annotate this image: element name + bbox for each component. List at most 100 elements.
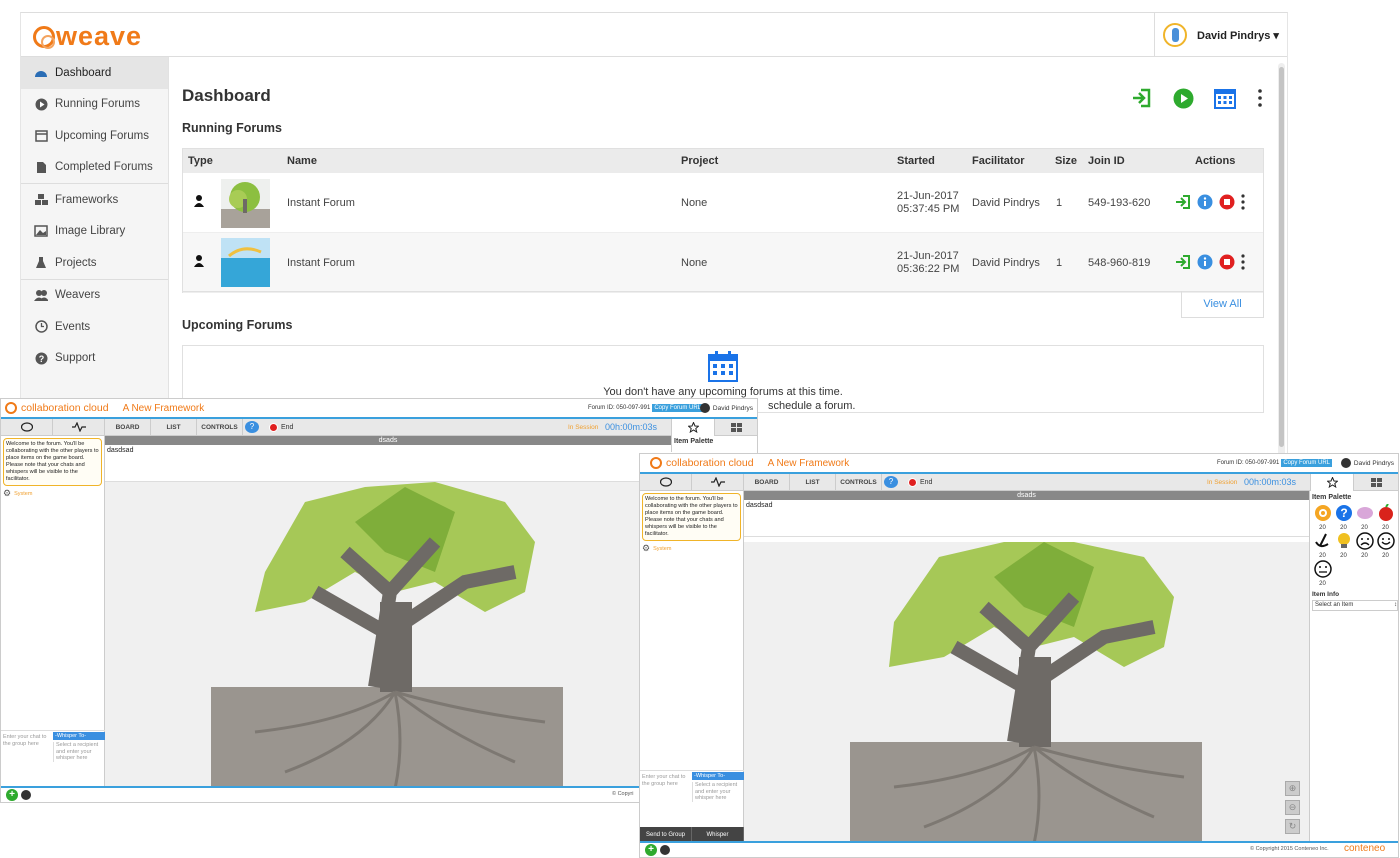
forum-user[interactable]: David Pindrys	[699, 403, 753, 413]
scrollbar[interactable]	[1278, 63, 1285, 458]
palette-item-happy[interactable]: 20	[1375, 532, 1396, 559]
col-project[interactable]: Project	[681, 155, 718, 167]
participant-avatar[interactable]	[660, 845, 670, 855]
join-forum-button[interactable]	[1130, 87, 1152, 109]
chat-input[interactable]: Enter your chat to the group here	[642, 774, 690, 787]
board-notes[interactable]: dasdsad	[105, 445, 671, 482]
sidebar-item-projects[interactable]: Projects	[21, 247, 168, 279]
tab-board[interactable]: BOARD	[105, 418, 151, 436]
user-menu[interactable]: David Pindrys ▾	[1154, 13, 1287, 57]
palette-item-anchor[interactable]: 20	[1312, 532, 1333, 559]
tab-controls[interactable]: CONTROLS	[836, 473, 882, 491]
forum-name[interactable]: Instant Forum	[287, 257, 355, 269]
palette-item-question[interactable]: ? 20	[1333, 504, 1354, 531]
col-type[interactable]: Type	[188, 155, 213, 167]
game-board[interactable]	[105, 482, 670, 790]
table-row[interactable]: Instant Forum None 21-Jun-2017 05:37:45 …	[183, 173, 1263, 233]
stop-icon[interactable]	[1219, 254, 1235, 270]
join-icon[interactable]	[1175, 194, 1191, 210]
sidebar-item-label: Dashboard	[55, 66, 112, 79]
help-icon[interactable]: ?	[884, 476, 898, 488]
whisper-button[interactable]: Whisper	[692, 827, 744, 842]
col-name[interactable]: Name	[287, 155, 317, 167]
sidebar-item-image-library[interactable]: Image Library	[21, 216, 168, 248]
chat-tab[interactable]	[640, 473, 692, 491]
col-facilitator[interactable]: Facilitator	[972, 155, 1025, 167]
forum-user[interactable]: David Pindrys	[1340, 458, 1394, 468]
scrollbar-thumb[interactable]	[1279, 67, 1284, 447]
start-forum-button[interactable]	[1172, 87, 1194, 109]
reset-icon[interactable]: ↻	[1285, 819, 1300, 834]
sidebar-item-upcoming-forums[interactable]: Upcoming Forums	[21, 120, 168, 152]
more-options-icon[interactable]	[1241, 254, 1245, 270]
col-actions: Actions	[1195, 155, 1236, 167]
activity-tab[interactable]	[53, 418, 105, 436]
view-all-button[interactable]: View All	[1181, 291, 1264, 318]
help-icon[interactable]: ?	[245, 421, 259, 433]
forum-name[interactable]: Instant Forum	[287, 197, 355, 209]
palette-item-target[interactable]: 20	[1312, 504, 1333, 531]
end-button[interactable]: End	[269, 422, 293, 432]
info-icon[interactable]	[1197, 194, 1213, 210]
sidebar-item-frameworks[interactable]: Frameworks	[21, 184, 168, 216]
col-size[interactable]: Size	[1055, 155, 1077, 167]
sidebar-item-support[interactable]: ? Support	[21, 343, 168, 375]
sidebar-item-dashboard[interactable]: Dashboard	[21, 57, 168, 89]
schedule-forum-button[interactable]	[1214, 87, 1236, 109]
col-started[interactable]: Started	[897, 155, 935, 167]
sidebar-item-label: Projects	[55, 256, 97, 269]
copy-url-button[interactable]: Copy Forum URL	[1281, 459, 1332, 467]
chat-input[interactable]: Enter your chat to the group here	[3, 734, 51, 747]
table-row[interactable]: Instant Forum None 21-Jun-2017 05:36:22 …	[183, 233, 1263, 293]
gear-icon: ⚙	[3, 488, 12, 498]
add-icon[interactable]: +	[6, 789, 18, 801]
page-actions	[1130, 87, 1264, 109]
palette-star-tab[interactable]	[1310, 473, 1354, 491]
zoom-out-icon[interactable]: ⊖	[1285, 800, 1300, 815]
forum-project: None	[681, 256, 708, 269]
palette-item-neutral[interactable]: 20	[1312, 560, 1333, 587]
weave-logo[interactable]: weave	[33, 21, 142, 52]
forum-started-time: 05:36:22 PM	[897, 263, 960, 275]
item-select[interactable]: Select an Item ↕	[1312, 600, 1398, 611]
document-icon	[34, 160, 48, 174]
sidebar-item-weavers[interactable]: Weavers	[21, 280, 168, 312]
palette-item-bulb[interactable]: 20	[1333, 532, 1354, 559]
cc-logo-icon	[650, 457, 662, 469]
palette-item-apple[interactable]: 20	[1375, 503, 1396, 531]
send-to-group-button[interactable]: Send to Group	[640, 827, 692, 842]
palette-item-sad[interactable]: 20	[1354, 532, 1375, 559]
zoom-in-icon[interactable]: ⊕	[1285, 781, 1300, 796]
tab-board[interactable]: BOARD	[744, 473, 790, 491]
participant-avatar[interactable]	[21, 790, 31, 800]
sidebar-item-events[interactable]: Events	[21, 311, 168, 343]
whisper-to-select[interactable]: -Whisper To-	[53, 732, 105, 740]
tab-controls[interactable]: CONTROLS	[197, 418, 243, 436]
chat-tab[interactable]	[1, 418, 53, 436]
join-icon[interactable]	[1175, 254, 1191, 270]
game-board[interactable]: ⊕ ⊖ ↻	[744, 542, 1309, 845]
col-join-id[interactable]: Join ID	[1088, 155, 1125, 167]
copy-url-button[interactable]: Copy Forum URL	[652, 404, 703, 412]
stop-icon[interactable]	[1219, 194, 1235, 210]
board-notes[interactable]: dasdsad	[744, 500, 1309, 537]
tab-list[interactable]: LIST	[790, 473, 836, 491]
activity-tab[interactable]	[692, 473, 744, 491]
palette-star-tab[interactable]	[671, 418, 715, 436]
grid-tab[interactable]	[1354, 474, 1398, 491]
info-icon[interactable]	[1197, 254, 1213, 270]
more-options-icon[interactable]	[1256, 87, 1264, 109]
palette-item-brain[interactable]: 20	[1354, 504, 1375, 531]
sidebar-item-completed-forums[interactable]: Completed Forums	[21, 152, 168, 184]
schedule-link[interactable]: schedule a forum.	[768, 400, 855, 412]
whisper-input[interactable]: Select a recipient and enter your whispe…	[692, 782, 742, 802]
end-button[interactable]: End	[908, 477, 932, 487]
forum-id: Forum ID: 050-097-991 Copy Forum URL	[1216, 459, 1332, 467]
add-icon[interactable]: +	[645, 844, 657, 856]
grid-tab[interactable]	[715, 419, 757, 436]
whisper-input[interactable]: Select a recipient and enter your whispe…	[53, 742, 103, 762]
tab-list[interactable]: LIST	[151, 418, 197, 436]
whisper-to-select[interactable]: -Whisper To-	[692, 772, 744, 780]
sidebar-item-running-forums[interactable]: Running Forums	[21, 89, 168, 121]
more-options-icon[interactable]	[1241, 194, 1245, 210]
